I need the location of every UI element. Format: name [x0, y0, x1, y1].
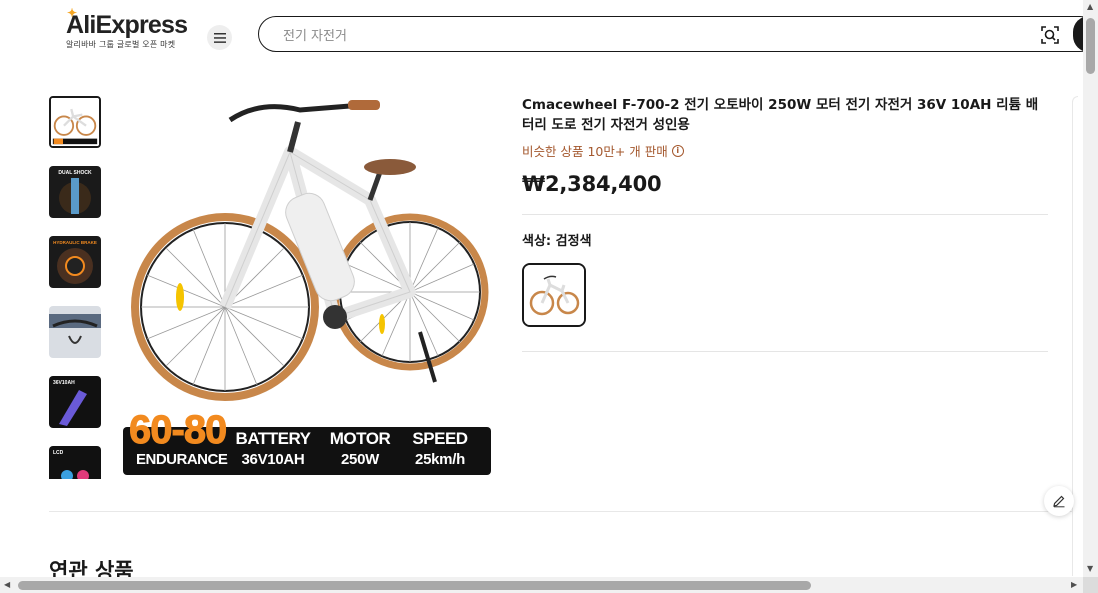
scroll-up-arrow-icon[interactable]: ▲ [1087, 3, 1093, 11]
search-bar[interactable]: 전기 자전거 [258, 16, 1098, 52]
menu-icon [213, 32, 226, 43]
thumbnail-3[interactable]: HYDRAULIC BRAKE [49, 236, 101, 288]
section-divider [49, 511, 1073, 512]
thumbnail-label: LCD [53, 450, 64, 456]
horizontal-scroll-thumb[interactable] [18, 581, 811, 590]
color-swatch-black[interactable] [522, 263, 586, 327]
vertical-scroll-thumb[interactable] [1086, 18, 1095, 74]
info-icon[interactable]: i [671, 144, 684, 157]
product-price: ₩2,384,400 [522, 172, 662, 196]
thumbnail-1[interactable] [49, 96, 101, 148]
thumbnail-label: HYDRAULIC BRAKE [53, 240, 97, 245]
motor-value: 250W [341, 451, 379, 468]
battery-label: BATTERY [235, 429, 311, 448]
camera-search-icon[interactable] [1040, 25, 1060, 45]
thumbnail-gallery[interactable]: DUAL SHOCK HYDRAULIC BRAKE 36V10AH LCD [49, 96, 103, 479]
search-input[interactable]: 전기 자전거 [283, 25, 347, 44]
color-label: 색상: 검정색 [522, 234, 592, 249]
endurance-label: ENDURANCE [136, 451, 228, 468]
pencil-icon [1053, 495, 1065, 508]
divider [522, 214, 1048, 215]
scrollbar-corner [1083, 577, 1098, 593]
swatch-bike-image [524, 265, 584, 325]
thumbnail-6[interactable]: LCD [49, 446, 101, 479]
logo-star-icon: ✦ [67, 6, 77, 20]
divider [522, 351, 1048, 352]
motor-label: MOTOR [329, 429, 391, 448]
thumbnail-label: DUAL SHOCK [58, 170, 92, 176]
product-title: Cmacewheel F-700-2 전기 오토바이 250W 모터 전기 자전… [522, 97, 1039, 133]
thumbnail-2[interactable]: DUAL SHOCK [49, 166, 101, 218]
aliexpress-logo[interactable]: ✦ AliExpress 알리바바 그룹 글로벌 오픈 마켓 [66, 7, 190, 50]
endurance-value: 60-80 [128, 408, 227, 453]
logo-subtitle: 알리바바 그룹 글로벌 오픈 마켓 [66, 40, 176, 49]
speed-value: 25km/h [415, 451, 465, 468]
menu-button[interactable] [207, 25, 232, 50]
speed-label: SPEED [412, 429, 468, 448]
edit-button[interactable] [1044, 486, 1074, 516]
logo-text: AliExpress [66, 11, 188, 39]
thumbnail-4[interactable] [49, 306, 101, 358]
scroll-left-arrow-icon[interactable]: ◀ [4, 581, 10, 589]
vertical-scrollbar[interactable]: ▲ ▼ [1083, 0, 1098, 577]
thumbnail-5[interactable]: 36V10AH [49, 376, 101, 428]
battery-value: 36V10AH [241, 451, 305, 468]
sold-text: 비슷한 상품 10만+ 개 판매 [522, 144, 668, 159]
horizontal-scrollbar[interactable]: ◀ ▶ [0, 577, 1083, 593]
sold-count[interactable]: 비슷한 상품 10만+ 개 판매 i [522, 141, 684, 160]
scroll-down-arrow-icon[interactable]: ▼ [1087, 565, 1093, 573]
thumbnail-label: 36V10AH [53, 380, 75, 386]
scroll-right-arrow-icon[interactable]: ▶ [1071, 581, 1077, 589]
